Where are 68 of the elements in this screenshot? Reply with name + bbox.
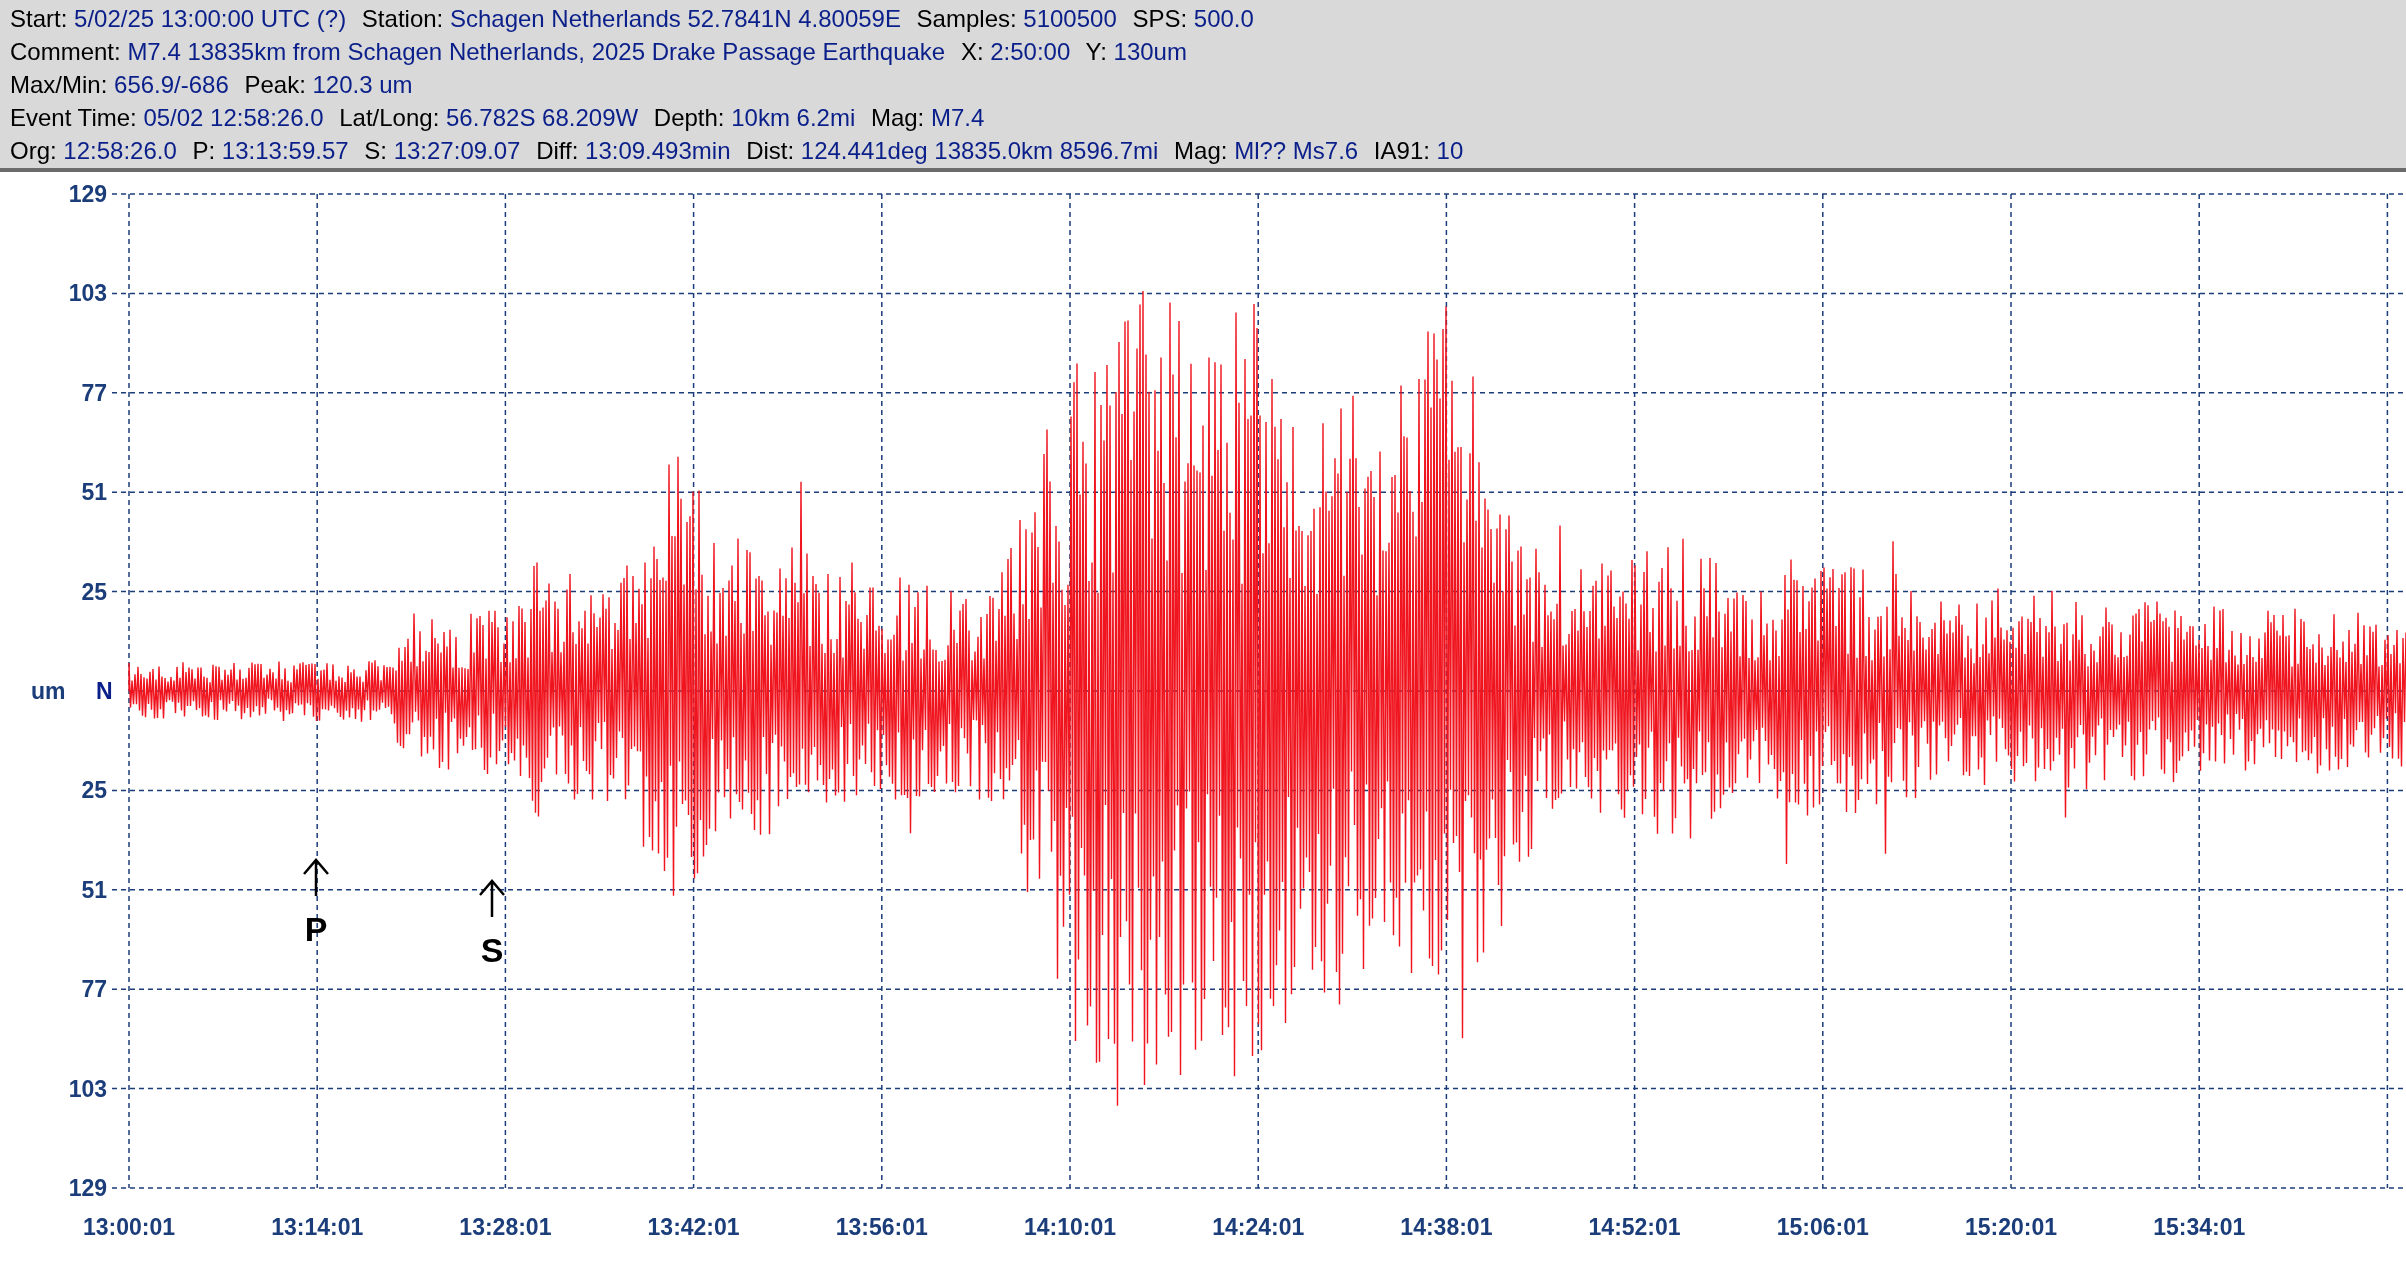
field-value: 13:13:59.57 bbox=[221, 137, 349, 164]
x-tick-label: 14:52:01 bbox=[1588, 1214, 1681, 1240]
field-value: 56.782S 68.209W bbox=[446, 104, 639, 131]
y-tick-label: 77 bbox=[81, 379, 107, 406]
field-label: Mag: bbox=[1174, 137, 1228, 164]
x-tick-label: 14:38:01 bbox=[1400, 1214, 1493, 1240]
field-value: 5100500 bbox=[1023, 5, 1117, 32]
field-label: Event Time: bbox=[10, 104, 137, 131]
phase-label: S bbox=[480, 931, 504, 969]
field-label: SPS: bbox=[1132, 5, 1188, 32]
y-tick-label: 103 bbox=[68, 280, 107, 307]
field-value: 05/02 12:58:26.0 bbox=[143, 104, 324, 131]
y-tick-label: 51 bbox=[81, 479, 107, 506]
field-value: Schagen Netherlands 52.7841N 4.80059E bbox=[449, 5, 901, 32]
phase-label: P bbox=[304, 910, 328, 948]
field-label: IA91: bbox=[1373, 137, 1430, 164]
x-tick-label: 14:24:01 bbox=[1212, 1214, 1305, 1240]
y-tick-label: 129 bbox=[68, 1175, 107, 1201]
x-tick-label: 15:34:01 bbox=[2153, 1214, 2246, 1240]
field-label: X: bbox=[960, 38, 984, 65]
field-label: Dist: bbox=[746, 137, 795, 164]
unit-label: um bbox=[31, 678, 66, 704]
channel-label: N bbox=[96, 678, 113, 704]
x-tick-label: 13:28:01 bbox=[459, 1214, 552, 1240]
field-label: Peak: bbox=[244, 71, 306, 98]
x-tick-label: 15:20:01 bbox=[1964, 1214, 2058, 1240]
field-label: S: bbox=[364, 137, 387, 164]
x-tick-label: 13:56:01 bbox=[835, 1214, 928, 1240]
field-value: 120.3 um bbox=[312, 71, 413, 98]
field-label: Depth: bbox=[653, 104, 725, 131]
field-label: Y: bbox=[1085, 38, 1107, 65]
field-value: M7.4 13835km from Schagen Netherlands, 2025 Drake Passage Earthquake bbox=[127, 38, 946, 65]
field-label: Start: bbox=[10, 5, 68, 32]
y-tick-label: 129 bbox=[68, 181, 107, 207]
field-value: 10km 6.2mi bbox=[731, 104, 856, 131]
field-value: 130um bbox=[1113, 38, 1187, 65]
x-tick-label: 13:14:01 bbox=[271, 1214, 364, 1240]
field-value: 500.0 bbox=[1193, 5, 1254, 32]
y-tick-label: 51 bbox=[81, 876, 107, 903]
arrow-icon bbox=[478, 879, 506, 919]
field-value: Ml?? Ms7.6 bbox=[1234, 137, 1359, 164]
field-value: 124.441deg 13835.0km 8596.7mi bbox=[800, 137, 1159, 164]
x-tick-label: 13:00:01 bbox=[82, 1214, 176, 1240]
field-label: Station: bbox=[361, 5, 444, 32]
field-label: Samples: bbox=[916, 5, 1017, 32]
field-label: Mag: bbox=[870, 104, 925, 131]
field-value: 2:50:00 bbox=[990, 38, 1071, 65]
field-value: 656.9/-686 bbox=[114, 71, 229, 98]
field-label: Diff: bbox=[536, 137, 579, 164]
x-tick-label: 13:42:01 bbox=[647, 1214, 740, 1240]
field-label: Org: bbox=[10, 137, 57, 164]
field-value: M7.4 bbox=[930, 104, 985, 131]
y-tick-label: 25 bbox=[81, 777, 107, 804]
field-label: Max/Min: bbox=[10, 71, 108, 98]
y-tick-label: 103 bbox=[68, 1075, 107, 1102]
arrow-icon bbox=[302, 858, 330, 898]
field-label: Lat/Long: bbox=[339, 104, 440, 131]
field-value: 10 bbox=[1436, 137, 1464, 164]
field-value: 13:09.493min bbox=[585, 137, 731, 164]
field-label: P: bbox=[192, 137, 216, 164]
x-tick-label: 14:10:01 bbox=[1023, 1214, 1117, 1240]
field-label: Comment: bbox=[10, 38, 121, 65]
field-value: 5/02/25 13:00:00 UTC (?) bbox=[74, 5, 347, 32]
x-tick-label: 15:06:01 bbox=[1776, 1214, 1869, 1240]
y-tick-label: 25 bbox=[81, 578, 107, 605]
field-value: 13:27:09.07 bbox=[393, 137, 521, 164]
y-tick-label: 77 bbox=[81, 976, 107, 1003]
field-value: 12:58:26.0 bbox=[63, 137, 177, 164]
